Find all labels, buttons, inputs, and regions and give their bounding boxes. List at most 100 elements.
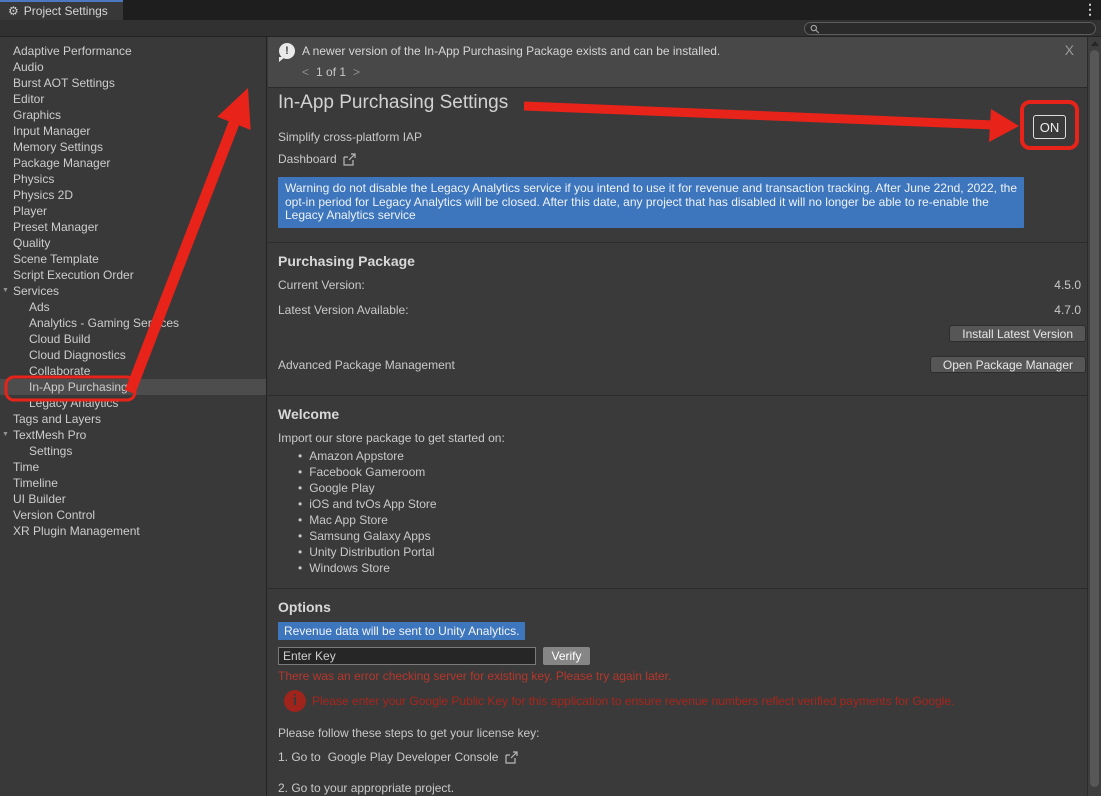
sidebar-item-services[interactable]: ▼Services	[0, 283, 266, 299]
latest-version-label: Latest Version Available:	[278, 303, 409, 317]
sidebar-item-label: In-App Purchasing	[0, 380, 128, 394]
sidebar-item-label: Burst AOT Settings	[0, 76, 115, 90]
sidebar-item-timeline[interactable]: Timeline	[0, 475, 266, 491]
sidebar-item-preset-manager[interactable]: Preset Manager	[0, 219, 266, 235]
sidebar-item-label: Settings	[0, 444, 72, 458]
verify-button[interactable]: Verify	[543, 647, 590, 665]
scroll-up-icon[interactable]	[1091, 41, 1099, 46]
page-title: In-App Purchasing Settings	[278, 92, 508, 114]
close-icon[interactable]: X	[1065, 42, 1074, 58]
sidebar-item-settings[interactable]: Settings	[0, 443, 266, 459]
current-version-label: Current Version:	[278, 278, 365, 292]
sidebar-item-label: Audio	[0, 60, 44, 74]
sidebar-item-label: Editor	[0, 92, 44, 106]
gear-icon: ⚙	[8, 5, 19, 17]
store-list-item: Windows Store	[298, 560, 437, 576]
sidebar-item-physics[interactable]: Physics	[0, 171, 266, 187]
sidebar-item-label: Collaborate	[0, 364, 90, 378]
project-settings-window: ⚙ Project Settings ⋮ Adaptive Performanc…	[0, 0, 1101, 796]
sidebar-item-physics-2d[interactable]: Physics 2D	[0, 187, 266, 203]
search-box[interactable]	[804, 22, 1096, 35]
sidebar-item-adaptive-performance[interactable]: Adaptive Performance	[0, 43, 266, 59]
sidebar-item-label: Timeline	[0, 476, 58, 490]
analytics-note-badge: Revenue data will be sent to Unity Analy…	[278, 622, 525, 640]
sidebar-item-memory-settings[interactable]: Memory Settings	[0, 139, 266, 155]
store-list-item: Mac App Store	[298, 512, 437, 528]
iap-on-toggle[interactable]: ON	[1033, 115, 1066, 139]
sidebar-item-label: Memory Settings	[0, 140, 103, 154]
external-link-icon	[343, 153, 356, 166]
google-play-console-link[interactable]: Google Play Developer Console	[328, 750, 499, 764]
sidebar-item-audio[interactable]: Audio	[0, 59, 266, 75]
sidebar-item-quality[interactable]: Quality	[0, 235, 266, 251]
step-1: 1. Go to Google Play Developer Console	[278, 750, 518, 764]
sidebar-item-label: Ads	[0, 300, 50, 314]
foldout-arrow-icon[interactable]: ▼	[2, 287, 9, 294]
open-package-manager-button[interactable]: Open Package Manager	[930, 356, 1086, 373]
sidebar-item-label: Cloud Build	[0, 332, 90, 346]
sidebar-item-ui-builder[interactable]: UI Builder	[0, 491, 266, 507]
pagination-label: 1 of 1	[316, 65, 346, 79]
latest-version-value: 4.7.0	[1054, 303, 1081, 317]
sidebar-item-version-control[interactable]: Version Control	[0, 507, 266, 523]
sidebar-item-label: XR Plugin Management	[0, 524, 140, 538]
search-icon	[810, 24, 820, 34]
info-icon: i	[284, 690, 306, 712]
sidebar-item-in-app-purchasing[interactable]: In-App Purchasing	[0, 379, 266, 395]
steps-intro: Please follow these steps to get your li…	[278, 726, 539, 740]
sidebar-item-editor[interactable]: Editor	[0, 91, 266, 107]
sidebar-item-xr-plugin-management[interactable]: XR Plugin Management	[0, 523, 266, 539]
sidebar-item-scene-template[interactable]: Scene Template	[0, 251, 266, 267]
store-list-item: Samsung Galaxy Apps	[298, 528, 437, 544]
search-input[interactable]	[824, 23, 1090, 34]
sidebar-item-tags-and-layers[interactable]: Tags and Layers	[0, 411, 266, 427]
install-latest-version-button[interactable]: Install Latest Version	[949, 325, 1086, 342]
sidebar-item-label: Physics	[0, 172, 54, 186]
kebab-menu-icon[interactable]: ⋮	[1083, 1, 1097, 18]
sidebar-item-burst-aot-settings[interactable]: Burst AOT Settings	[0, 75, 266, 91]
store-list-item: iOS and tvOs App Store	[298, 496, 437, 512]
sidebar-item-label: Time	[0, 460, 39, 474]
sidebar-item-analytics-gaming-services[interactable]: Analytics - Gaming Services	[0, 315, 266, 331]
vertical-scrollbar[interactable]	[1087, 37, 1101, 796]
welcome-intro: Import our store package to get started …	[278, 431, 505, 445]
sidebar-item-label: Version Control	[0, 508, 95, 522]
store-list-item: Unity Distribution Portal	[298, 544, 437, 560]
sidebar-item-legacy-analytics[interactable]: Legacy Analytics	[0, 395, 266, 411]
welcome-title: Welcome	[278, 406, 339, 422]
scrollbar-thumb[interactable]	[1090, 50, 1099, 787]
pagination-next-button[interactable]: >	[353, 65, 360, 79]
tab-title: Project Settings	[24, 4, 108, 18]
license-key-input[interactable]	[278, 647, 536, 665]
section-divider	[268, 242, 1087, 243]
legacy-analytics-warning: Warning do not disable the Legacy Analyt…	[278, 177, 1024, 228]
pagination-prev-button[interactable]: <	[302, 65, 309, 79]
sidebar-item-textmesh-pro[interactable]: ▼TextMesh Pro	[0, 427, 266, 443]
sidebar-item-cloud-build[interactable]: Cloud Build	[0, 331, 266, 347]
sidebar-item-label: UI Builder	[0, 492, 66, 506]
external-link-icon	[505, 751, 518, 764]
purchasing-package-title: Purchasing Package	[278, 253, 415, 269]
settings-sidebar: Adaptive Performance Audio Burst AOT Setti…	[0, 37, 267, 796]
store-list-item: Facebook Gameroom	[298, 464, 437, 480]
sidebar-item-graphics[interactable]: Graphics	[0, 107, 266, 123]
sidebar-item-label: Graphics	[0, 108, 61, 122]
sidebar-item-input-manager[interactable]: Input Manager	[0, 123, 266, 139]
sidebar-item-label: TextMesh Pro	[0, 428, 86, 442]
sidebar-item-script-execution-order[interactable]: Script Execution Order	[0, 267, 266, 283]
sidebar-item-player[interactable]: Player	[0, 203, 266, 219]
foldout-arrow-icon[interactable]: ▼	[2, 431, 9, 438]
tab-project-settings[interactable]: ⚙ Project Settings	[0, 0, 123, 20]
sidebar-item-package-manager[interactable]: Package Manager	[0, 155, 266, 171]
sidebar-item-label: Input Manager	[0, 124, 90, 138]
sidebar-item-ads[interactable]: Ads	[0, 299, 266, 315]
tab-bar: ⚙ Project Settings ⋮	[0, 0, 1101, 20]
sidebar-item-label: Adaptive Performance	[0, 44, 132, 58]
sidebar-item-label: Legacy Analytics	[0, 396, 118, 410]
sidebar-item-cloud-diagnostics[interactable]: Cloud Diagnostics	[0, 347, 266, 363]
page-subtitle: Simplify cross-platform IAP	[278, 130, 422, 144]
sidebar-item-collaborate[interactable]: Collaborate	[0, 363, 266, 379]
dashboard-link[interactable]: Dashboard	[278, 152, 356, 166]
sidebar-item-time[interactable]: Time	[0, 459, 266, 475]
section-divider	[268, 588, 1087, 589]
